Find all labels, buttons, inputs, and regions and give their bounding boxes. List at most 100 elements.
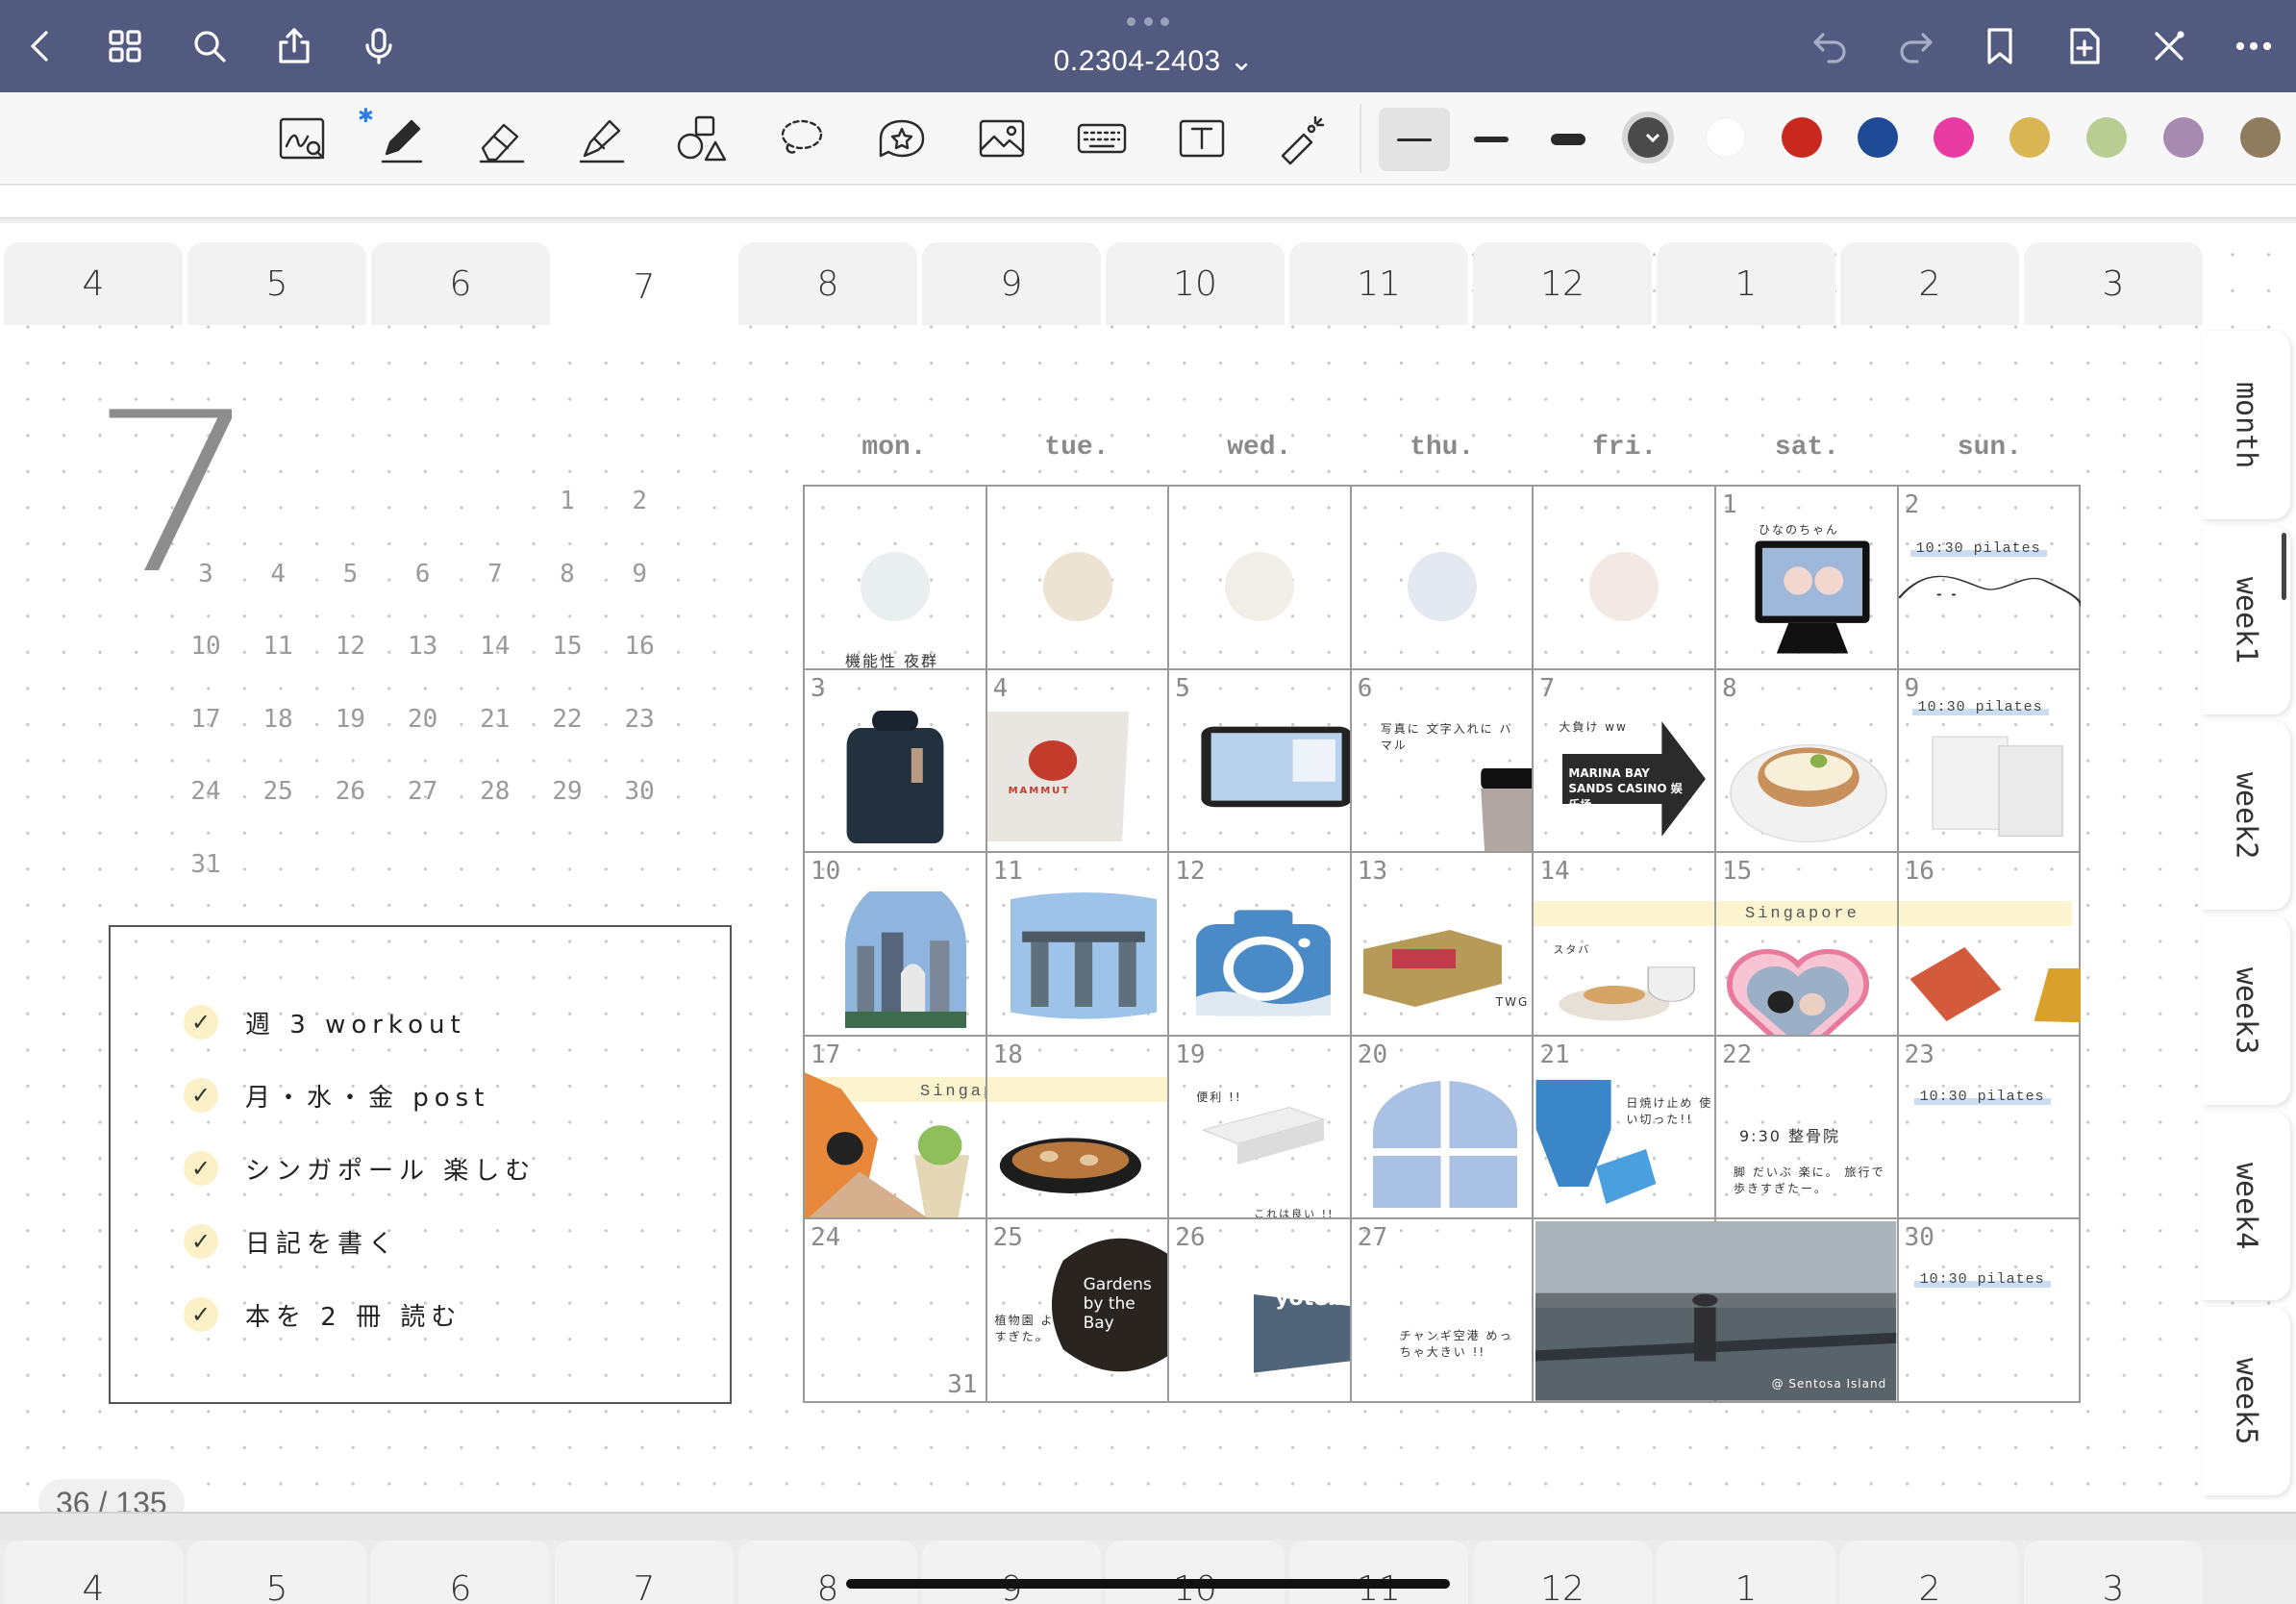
checkmark-icon[interactable]: ✓ <box>184 1005 218 1040</box>
calendar-cell[interactable] <box>1169 487 1352 670</box>
tab-month-6[interactable]: 6 <box>371 242 550 325</box>
share-icon[interactable] <box>267 19 321 73</box>
todo-item[interactable]: ✓ シンガポール 楽しむ <box>184 1144 536 1192</box>
calendar-cell[interactable]: 19 便利 !! これは良い !! <box>1169 1036 1352 1220</box>
calendar-cell[interactable]: 27 チャンギ空港 めっちゃ大きい !! <box>1352 1219 1535 1403</box>
calendar-cell[interactable]: 11 <box>986 853 1170 1037</box>
side-tab-week5[interactable]: week5 <box>2202 1307 2290 1495</box>
side-tab-month[interactable]: month <box>2202 331 2290 519</box>
close-draw-icon[interactable] <box>2142 19 2196 73</box>
stroke-width-medium[interactable] <box>1456 108 1527 171</box>
stroke-width-thin[interactable] <box>1379 108 1450 171</box>
calendar-cell[interactable]: 18 <box>986 1036 1170 1220</box>
calendar-cell[interactable]: 16 <box>1898 853 2082 1037</box>
checkmark-icon[interactable]: ✓ <box>184 1224 218 1259</box>
checkmark-icon[interactable]: ✓ <box>184 1151 218 1186</box>
undo-icon[interactable] <box>1804 19 1858 73</box>
color-swatch[interactable] <box>2240 117 2281 158</box>
lasso-tool[interactable] <box>771 108 833 169</box>
calendar-cell[interactable]: 1 ひなのちゃん <box>1716 487 1899 670</box>
calendar-cell[interactable]: 12 <box>1169 853 1352 1037</box>
tab-month-2[interactable]: 2 <box>1840 1541 2019 1604</box>
checkmark-icon[interactable]: ✓ <box>184 1297 218 1332</box>
calendar-cell[interactable]: 4 MAMMUT <box>986 669 1170 854</box>
tab-month-7[interactable]: 7 <box>555 242 734 331</box>
color-swatch[interactable] <box>2163 117 2204 158</box>
calendar-cell[interactable]: 24 31 <box>805 1219 987 1403</box>
tab-month-8[interactable]: 8 <box>738 1541 917 1604</box>
tab-month-10[interactable]: 10 <box>1106 242 1285 325</box>
scrollbar[interactable] <box>2282 533 2286 600</box>
calendar-cell[interactable]: 26 yotelAIR <box>1169 1219 1352 1403</box>
chevron-down-icon[interactable] <box>1639 124 1666 151</box>
calendar-cell[interactable] <box>986 487 1170 670</box>
calendar-cell[interactable]: 9 10:30 pilates <box>1898 670 2082 854</box>
calendar-cell[interactable]: 23 10:30 pilates <box>1898 1037 2082 1220</box>
image-tool[interactable] <box>971 108 1033 169</box>
tab-month-4[interactable]: 4 <box>4 1541 183 1604</box>
calendar-cell[interactable]: 14 スタバ <box>1534 853 1716 1037</box>
tab-month-1[interactable]: 1 <box>1657 242 1835 325</box>
tab-month-9[interactable]: 9 <box>922 242 1101 325</box>
calendar-cell[interactable]: 機能性 夜群 <box>805 487 987 670</box>
todo-item[interactable]: ✓ 月・水・金 post <box>184 1071 489 1119</box>
calendar-cell[interactable]: 3 <box>805 669 987 854</box>
document-title[interactable]: 0.2304-2403 ⌄ <box>971 44 1336 78</box>
tab-month-3[interactable]: 3 <box>2024 1541 2203 1604</box>
calendar-cell[interactable]: 6 写真に 文字入れに ハマル <box>1351 669 1535 854</box>
add-page-icon[interactable] <box>2058 19 2111 73</box>
tab-month-6[interactable]: 6 <box>371 1541 550 1604</box>
side-tab-week3[interactable]: week3 <box>2202 916 2290 1105</box>
side-tab-week2[interactable]: week2 <box>2202 721 2290 910</box>
side-tab-week4[interactable]: week4 <box>2202 1112 2290 1300</box>
microphone-icon[interactable] <box>352 19 406 73</box>
bookmark-icon[interactable] <box>1973 19 2027 73</box>
tab-month-9[interactable]: 9 <box>922 1541 1101 1604</box>
calendar-cell[interactable]: 22 9:30 整骨院脚 だいぶ 楽に。 旅行で 歩きすぎたー。 <box>1716 1036 1899 1220</box>
color-swatch[interactable] <box>1782 117 1822 158</box>
tab-month-12[interactable]: 12 <box>1473 1541 1652 1604</box>
tab-month-4[interactable]: 4 <box>4 242 183 325</box>
tab-month-5[interactable]: 5 <box>187 1541 366 1604</box>
window-grip[interactable] <box>1127 17 1169 27</box>
pen-tool[interactable] <box>371 108 433 169</box>
calendar-cell[interactable]: 17Singapore <box>805 1036 987 1220</box>
todo-item[interactable]: ✓ 週 3 workout <box>184 998 466 1046</box>
calendar-cell[interactable]: 13 TWG <box>1351 853 1535 1037</box>
color-swatch[interactable] <box>1858 117 1898 158</box>
calendar-cell[interactable] <box>1534 487 1716 670</box>
tab-month-7[interactable]: 7 <box>555 1541 734 1604</box>
calendar-cell[interactable] <box>1351 487 1535 670</box>
monthly-calendar-grid[interactable]: 機能性 夜群 1 ひなのちゃん 2 10:30 pilates 3 4 MAMMUT 5 6 写真に… <box>803 485 2082 1403</box>
redo-icon[interactable] <box>1888 19 1942 73</box>
calendar-cell[interactable]: 5 <box>1169 669 1352 854</box>
side-tab-week1[interactable]: week1 <box>2202 526 2290 714</box>
tab-month-2[interactable]: 2 <box>1840 242 2019 325</box>
zoom-window-tool[interactable] <box>271 108 333 169</box>
shapes-tool[interactable] <box>671 108 733 169</box>
tab-month-5[interactable]: 5 <box>187 242 366 325</box>
calendar-cell[interactable]: 20 <box>1351 1036 1535 1220</box>
tab-month-3[interactable]: 3 <box>2024 242 2203 325</box>
elements-tool[interactable] <box>871 108 933 169</box>
color-swatch[interactable] <box>1706 117 1746 158</box>
calendar-cell[interactable]: 25 植物園 よすぎた。 Gardens by the Bay <box>987 1219 1170 1403</box>
color-swatch[interactable] <box>2086 117 2127 158</box>
laser-pointer-tool[interactable] <box>1271 108 1333 169</box>
calendar-cell[interactable]: 7 大負け ww MARINA BAY SANDS CASINO 娱乐场 <box>1534 669 1716 854</box>
todo-item[interactable]: ✓ 日記を書く <box>184 1217 399 1266</box>
checkmark-icon[interactable]: ✓ <box>184 1078 218 1113</box>
calendar-cell[interactable]: 8 <box>1716 669 1899 854</box>
back-icon[interactable] <box>13 19 67 73</box>
grid-icon[interactable] <box>98 19 152 73</box>
more-icon[interactable] <box>2227 19 2281 73</box>
search-icon[interactable] <box>183 19 237 73</box>
eraser-tool[interactable] <box>471 108 533 169</box>
tab-month-1[interactable]: 1 <box>1657 1541 1835 1604</box>
tab-month-11[interactable]: 11 <box>1289 242 1468 325</box>
tab-month-11[interactable]: 11 <box>1289 1541 1468 1604</box>
home-indicator[interactable] <box>846 1579 1450 1589</box>
keyboard-tool[interactable] <box>1071 108 1133 169</box>
stroke-width-thick[interactable] <box>1533 108 1604 171</box>
tab-month-8[interactable]: 8 <box>738 242 917 325</box>
